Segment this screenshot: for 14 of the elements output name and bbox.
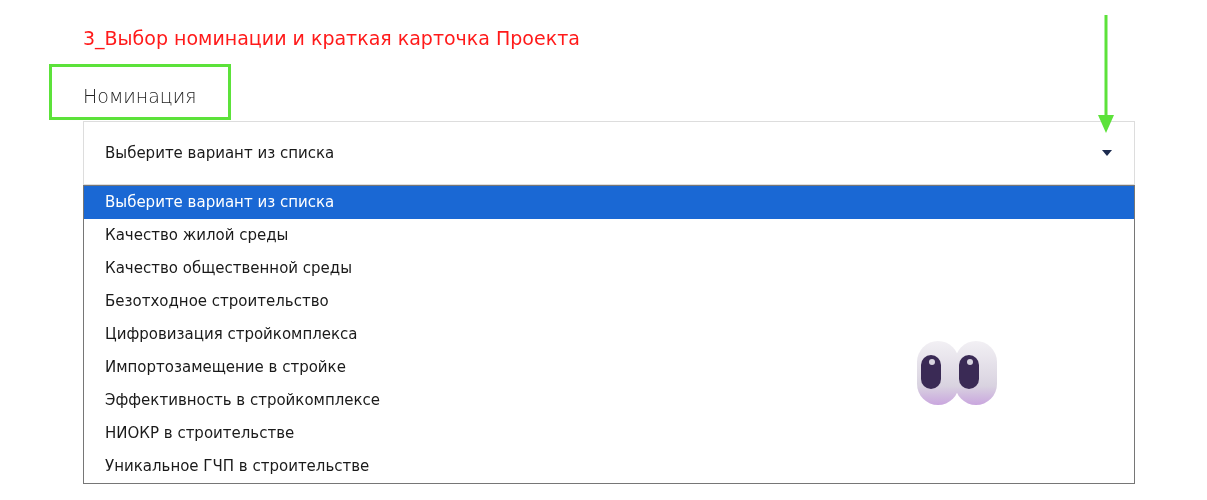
dropdown-option[interactable]: Выберите вариант из списка	[84, 186, 1134, 219]
select-field[interactable]: Выберите вариант из списка	[83, 121, 1135, 185]
dropdown-option[interactable]: Импортозамещение в стройке	[84, 351, 1134, 384]
dropdown-option[interactable]: НИОКР в строительстве	[84, 417, 1134, 450]
eyes-icon	[917, 341, 999, 405]
arrow-icon	[1096, 15, 1116, 133]
dropdown-option[interactable]: Эффективность в стройкомплексе	[84, 384, 1134, 417]
section-title: 3_Выбор номинации и краткая карточка Проекта	[83, 26, 581, 51]
dropdown-option[interactable]: Уникальное ГЧП в строительстве	[84, 450, 1134, 483]
dropdown-option[interactable]: Качество общественной среды	[84, 252, 1134, 285]
field-label: Номинация	[83, 84, 197, 108]
dropdown-option[interactable]: Цифровизация стройкомплекса	[84, 318, 1134, 351]
dropdown-option[interactable]: Качество жилой среды	[84, 219, 1134, 252]
dropdown-option[interactable]: Безотходное строительство	[84, 285, 1134, 318]
